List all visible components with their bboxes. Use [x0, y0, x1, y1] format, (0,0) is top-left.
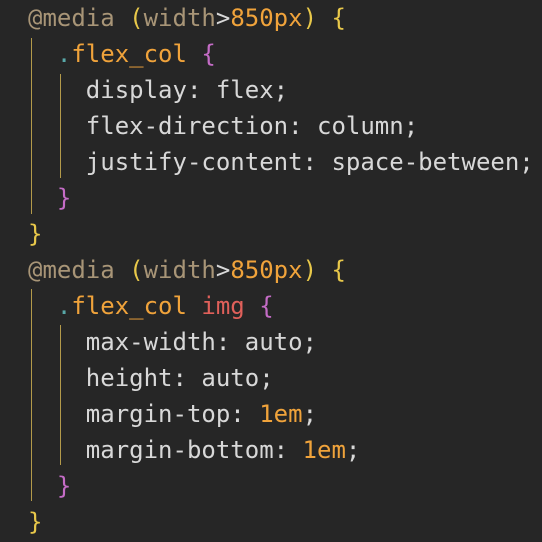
number: 850	[230, 256, 274, 284]
property-name: justify-content	[85, 148, 303, 176]
semicolon: ;	[302, 328, 317, 356]
class-selector: flex_col	[71, 40, 187, 68]
semicolon: ;	[259, 364, 274, 392]
colon: :	[186, 76, 202, 104]
media-feature: width	[143, 4, 216, 32]
rule-brace-open: {	[201, 40, 216, 68]
semicolon: ;	[403, 112, 419, 140]
media-keyword: media	[42, 4, 115, 32]
rule-brace-close: }	[56, 472, 72, 500]
property-value: auto	[201, 364, 260, 392]
code-line-2[interactable]: .flex_col {	[28, 36, 216, 72]
property-name: height	[85, 364, 173, 392]
operator: >	[215, 256, 231, 284]
class-selector: flex_col	[71, 292, 187, 320]
colon: :	[230, 400, 245, 428]
property-name: flex-direction	[85, 112, 289, 140]
colon: :	[215, 328, 231, 356]
paren-close: )	[302, 4, 318, 32]
numeric-value: 1em	[259, 400, 303, 428]
code-editor[interactable]: @media (width>850px) { .flex_col { displ…	[0, 0, 542, 542]
property-name: margin-bottom	[85, 436, 274, 464]
colon: :	[172, 364, 187, 392]
code-line-12[interactable]: margin-top: 1em;	[28, 396, 317, 432]
colon: :	[273, 436, 289, 464]
property-value: space-between	[331, 148, 520, 176]
code-line-3[interactable]: display: flex;	[28, 72, 288, 108]
media-keyword: media	[42, 256, 115, 284]
code-line-13[interactable]: margin-bottom: 1em;	[28, 432, 361, 468]
code-line-9[interactable]: .flex_col img {	[28, 288, 274, 324]
brace-close: }	[28, 508, 43, 536]
code-line-14[interactable]: }	[28, 468, 71, 504]
paren-close: )	[302, 256, 318, 284]
property-value: flex	[215, 76, 274, 104]
property-value: auto	[244, 328, 303, 356]
brace-open: {	[331, 4, 346, 32]
tag-selector: img	[201, 292, 245, 320]
unit: px	[273, 4, 303, 32]
code-line-5[interactable]: justify-content: space-between;	[28, 144, 534, 180]
code-line-11[interactable]: height: auto;	[28, 360, 274, 396]
colon: :	[288, 112, 303, 140]
at-sign: @	[28, 4, 43, 32]
class-dot: .	[56, 292, 72, 320]
numeric-value: 1em	[302, 436, 346, 464]
paren-open: (	[129, 4, 144, 32]
code-line-8[interactable]: @media (width>850px) {	[28, 252, 346, 288]
operator: >	[215, 4, 231, 32]
rule-brace-open: {	[259, 292, 274, 320]
class-dot: .	[56, 40, 72, 68]
paren-open: (	[129, 256, 144, 284]
code-line-7[interactable]: }	[28, 216, 42, 252]
unit: px	[273, 256, 303, 284]
property-name: max-width	[85, 328, 216, 356]
semicolon: ;	[302, 400, 318, 428]
colon: :	[302, 148, 317, 176]
semicolon: ;	[345, 436, 361, 464]
property-value: column	[317, 112, 404, 140]
code-line-1[interactable]: @media (width>850px) {	[28, 0, 346, 36]
semicolon: ;	[273, 76, 289, 104]
property-name: display	[85, 76, 187, 104]
code-line-4[interactable]: flex-direction: column;	[28, 108, 418, 144]
rule-brace-close: }	[56, 184, 72, 212]
semicolon: ;	[519, 148, 534, 176]
at-sign: @	[28, 256, 43, 284]
brace-close: }	[28, 220, 43, 248]
code-line-10[interactable]: max-width: auto;	[28, 324, 317, 360]
brace-open: {	[331, 256, 346, 284]
media-feature: width	[143, 256, 216, 284]
number: 850	[230, 4, 274, 32]
property-name: margin-top	[85, 400, 231, 428]
code-line-15[interactable]: }	[28, 504, 42, 540]
code-line-6[interactable]: }	[28, 180, 71, 216]
